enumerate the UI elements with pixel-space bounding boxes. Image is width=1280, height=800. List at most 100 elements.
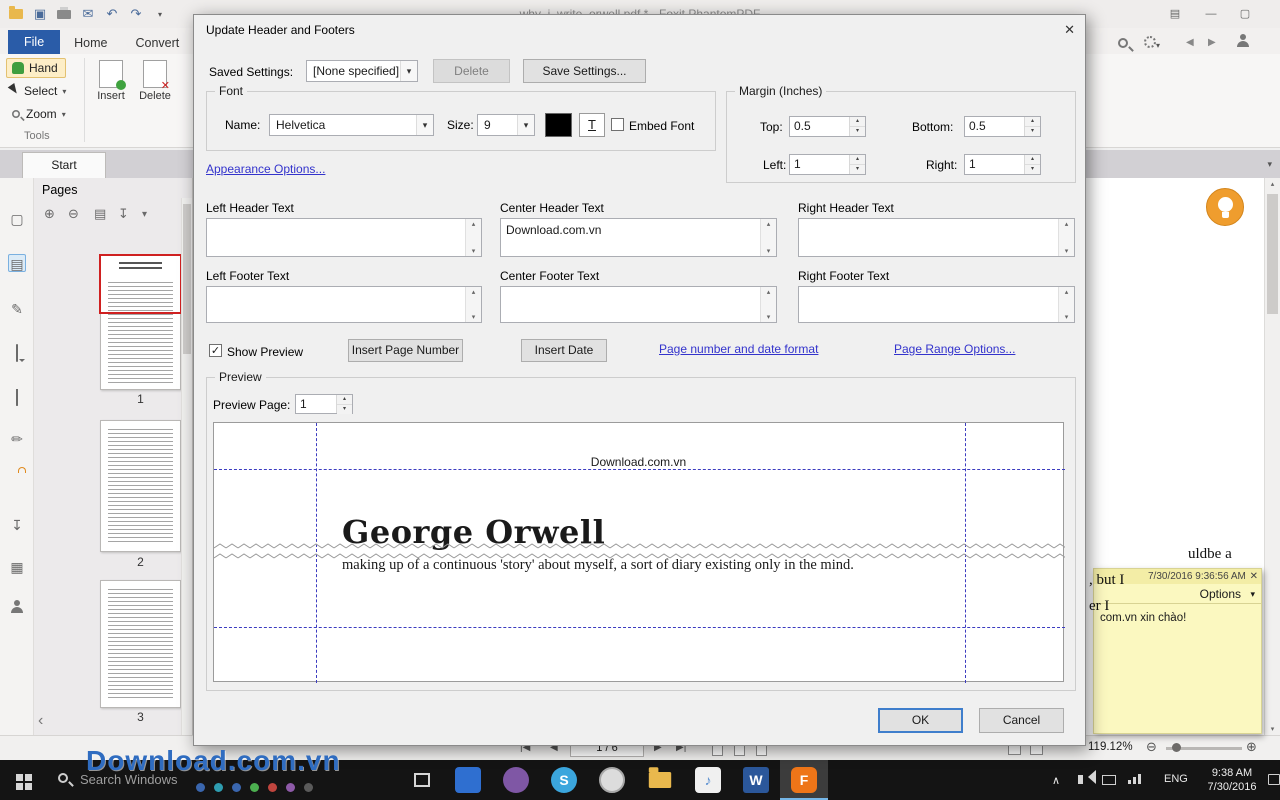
margin-bottom-input[interactable]: 0.5 ▴▾	[964, 116, 1041, 137]
margin-left-spinner[interactable]: ▴▾	[849, 155, 865, 174]
vertical-scrollbar[interactable]: ▴ ▾	[1264, 178, 1280, 735]
textarea-scrollbar[interactable]: ▴▾	[465, 219, 481, 256]
scroll-up-icon[interactable]: ▴	[466, 220, 481, 228]
margin-right-input[interactable]: 1 ▴▾	[964, 154, 1041, 175]
clock[interactable]: 9:38 AM 7/30/2016	[1198, 766, 1266, 794]
panel-collapse-icon[interactable]: ‹	[38, 712, 43, 730]
sticky-note-body[interactable]: com.vn xin chào!	[1094, 604, 1261, 632]
tab-convert[interactable]: Convert	[122, 32, 194, 54]
panel-zoom-out-icon[interactable]: ⊖	[68, 206, 79, 222]
hand-tool-button[interactable]: Hand	[6, 58, 66, 78]
previous-view-icon[interactable]: ◀	[1186, 37, 1194, 48]
insert-page-number-button[interactable]: Insert Page Number	[348, 339, 463, 362]
user-account-icon[interactable]	[1236, 34, 1250, 47]
tab-home[interactable]: Home	[60, 32, 121, 54]
scroll-down-icon[interactable]: ▾	[466, 313, 481, 321]
thumbnails-icon[interactable]: ▢	[8, 210, 26, 228]
ribbon-display-icon[interactable]: ▤	[1162, 5, 1188, 23]
security-lock-icon[interactable]	[8, 472, 26, 490]
qat-menu-icon[interactable]: ▾	[152, 6, 168, 22]
next-view-icon[interactable]: ▶	[1208, 37, 1216, 48]
spin-down-icon[interactable]: ▾	[1025, 127, 1040, 136]
redo-icon[interactable]: ↷	[128, 6, 144, 22]
panel-menu-icon[interactable]: ▾	[142, 209, 147, 220]
scroll-up-icon[interactable]: ▴	[1059, 288, 1074, 296]
zoom-out-icon[interactable]: ⊖	[1146, 739, 1157, 755]
scroll-down-icon[interactable]: ▾	[466, 247, 481, 255]
scrollbar-thumb[interactable]	[1267, 194, 1278, 314]
spin-up-icon[interactable]: ▴	[1025, 117, 1040, 127]
show-preview-checkbox[interactable]: ✓	[209, 344, 222, 357]
dialog-close-icon[interactable]: ✕	[1064, 22, 1075, 38]
sticky-note-options[interactable]: Options	[1200, 587, 1241, 601]
font-color-swatch[interactable]	[545, 113, 572, 137]
fit-width-icon[interactable]	[1008, 745, 1021, 755]
action-center-icon[interactable]	[1268, 774, 1280, 785]
network-icon[interactable]	[1128, 774, 1141, 784]
export-icon[interactable]: ↧	[8, 516, 26, 534]
tab-file[interactable]: File	[8, 30, 60, 54]
layers-grid-icon[interactable]: ▦	[8, 558, 26, 576]
tray-expand-icon[interactable]: ∧	[1052, 774, 1060, 787]
font-name-dropdown[interactable]: Helvetica ▾	[269, 114, 434, 136]
textarea-scrollbar[interactable]: ▴▾	[1058, 219, 1074, 256]
open-folder-icon[interactable]	[8, 6, 24, 22]
textarea-scrollbar[interactable]: ▴▾	[465, 287, 481, 322]
spin-up-icon[interactable]: ▴	[850, 117, 865, 127]
zoom-tool-button[interactable]: Zoom ▾	[6, 104, 74, 124]
annotate-icon[interactable]: ✎	[8, 300, 26, 318]
taskbar-app-media[interactable]: ♪	[684, 760, 732, 800]
font-size-dropdown[interactable]: 9 ▾	[477, 114, 535, 136]
taskbar-search-icon[interactable]	[58, 773, 68, 783]
pages-panel-icon[interactable]: ▤	[8, 254, 26, 272]
preview-page-input[interactable]: 1 ▴▾	[295, 394, 353, 414]
embed-font-checkbox[interactable]	[611, 118, 624, 131]
taskbar-app-foxit[interactable]: F	[780, 760, 828, 800]
taskbar-app-word[interactable]: W	[732, 760, 780, 800]
delete-pages-button[interactable]: Delete	[134, 58, 176, 102]
mail-icon[interactable]: ✉	[80, 6, 96, 22]
scroll-up-icon[interactable]: ▴	[761, 288, 776, 296]
left-footer-textarea[interactable]: ▴▾	[206, 286, 482, 323]
tab-list-dropdown-icon[interactable]: ▾	[1267, 159, 1272, 170]
start-button[interactable]	[0, 760, 48, 800]
saved-settings-dropdown[interactable]: [None specified] ▾	[306, 60, 418, 82]
textarea-scrollbar[interactable]: ▴▾	[1058, 287, 1074, 322]
scroll-up-icon[interactable]: ▴	[1265, 180, 1280, 188]
pages-scrollbar[interactable]	[181, 198, 192, 735]
pages-scrollbar-thumb[interactable]	[183, 204, 191, 354]
maximize-button[interactable]: ▢	[1232, 5, 1258, 23]
page-thumbnail-2[interactable]	[100, 420, 181, 552]
insert-pages-button[interactable]: Insert	[90, 58, 132, 102]
page-thumbnail-3[interactable]	[100, 580, 181, 708]
insert-date-button[interactable]: Insert Date	[521, 339, 607, 362]
spin-up-icon[interactable]: ▴	[1025, 155, 1040, 165]
taskbar-file-explorer[interactable]	[636, 760, 684, 800]
scroll-down-icon[interactable]: ▾	[1059, 313, 1074, 321]
page-view-indicator[interactable]	[99, 254, 182, 314]
cancel-button[interactable]: Cancel	[979, 708, 1064, 733]
language-indicator[interactable]: ENG	[1164, 773, 1188, 785]
margin-left-input[interactable]: 1 ▴▾	[789, 154, 866, 175]
scroll-down-icon[interactable]: ▾	[761, 247, 776, 255]
spin-up-icon[interactable]: ▴	[850, 155, 865, 165]
panel-export-icon[interactable]: ↧	[118, 206, 129, 222]
margin-top-spinner[interactable]: ▴▾	[849, 117, 865, 136]
spin-up-icon[interactable]: ▴	[337, 395, 352, 405]
panel-pages-icon[interactable]: ▤	[94, 206, 106, 222]
volume-icon[interactable]	[1078, 775, 1083, 784]
zoom-in-icon[interactable]: ⊕	[1246, 739, 1257, 755]
scroll-down-icon[interactable]: ▾	[761, 313, 776, 321]
sticky-note-popup[interactable]: 7/30/2016 9:36:56 AM ✕ Options ▾ com.vn …	[1093, 568, 1262, 734]
fit-page-icon[interactable]	[1030, 745, 1043, 755]
taskbar-app-skype[interactable]: S	[540, 760, 588, 800]
page-number-format-link[interactable]: Page number and date format	[659, 342, 818, 356]
spin-down-icon[interactable]: ▾	[337, 405, 352, 414]
margin-bottom-spinner[interactable]: ▴▾	[1024, 117, 1040, 136]
form-fields-icon[interactable]: ✏	[8, 430, 26, 448]
taskbar-app-window[interactable]	[444, 760, 492, 800]
panel-zoom-in-icon[interactable]: ⊕	[44, 206, 55, 222]
scroll-up-icon[interactable]: ▴	[466, 288, 481, 296]
zoom-level[interactable]: 119.12%	[1088, 741, 1133, 753]
settings-gear-button[interactable]: ▾	[1144, 36, 1160, 51]
